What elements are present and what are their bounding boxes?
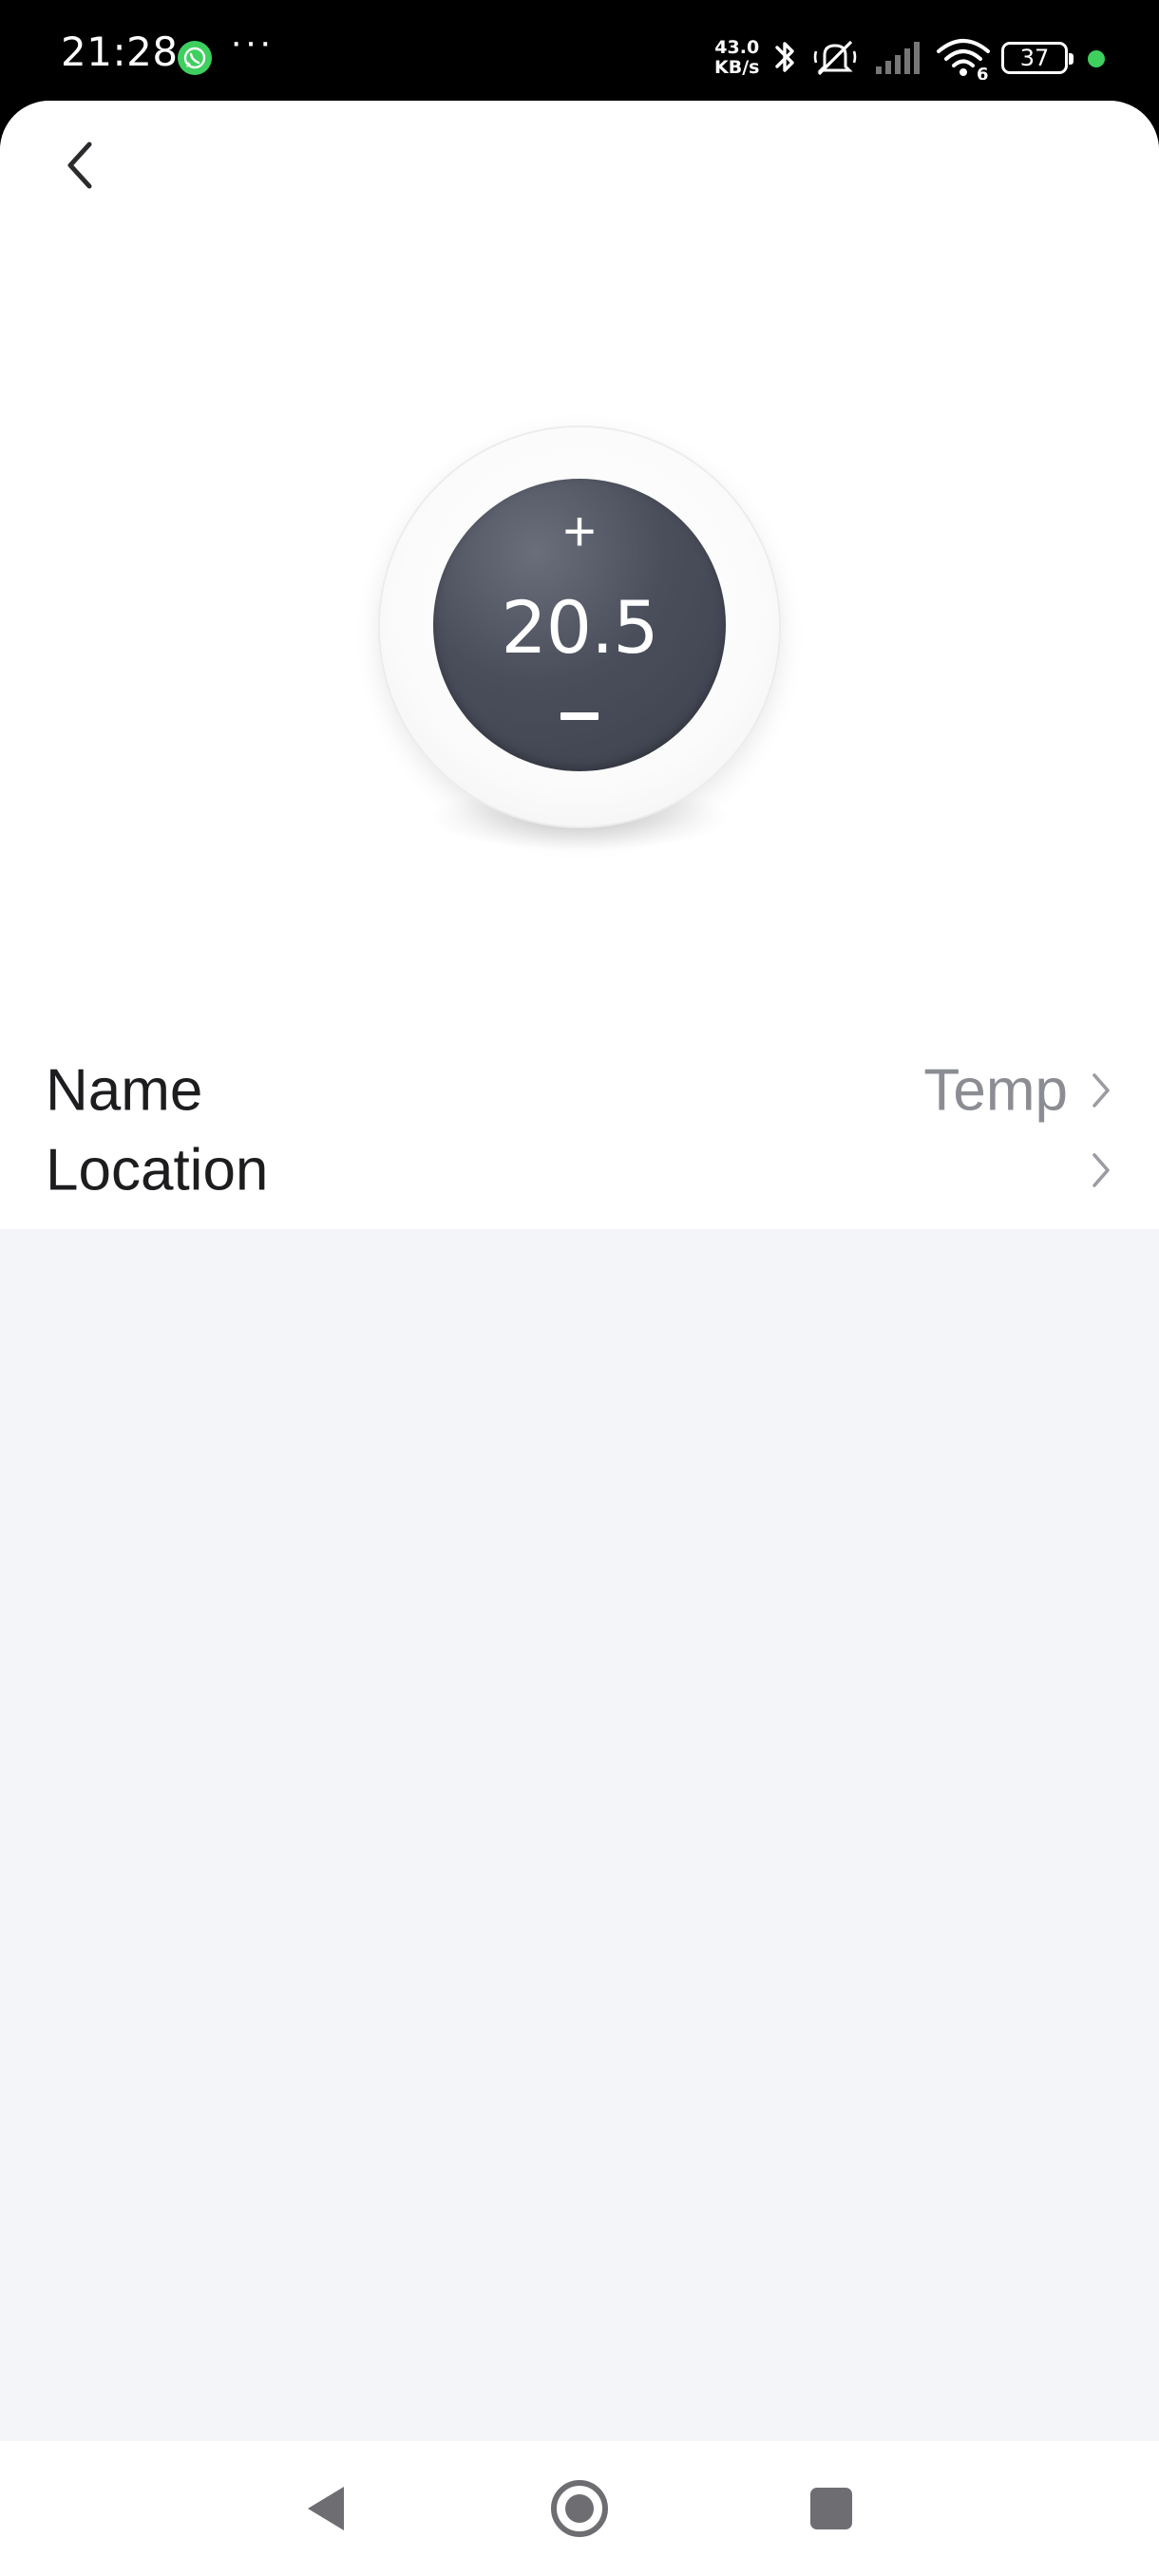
silent-bell-icon [813, 40, 857, 76]
network-speed: 43.0 KB/s [714, 38, 759, 78]
chevron-right-icon [1092, 1153, 1110, 1187]
status-time: 21:28 [61, 28, 179, 75]
temperature-value: 20.5 [501, 585, 658, 670]
battery-icon: 37 [1001, 42, 1074, 74]
privacy-indicator-dot [1088, 50, 1105, 67]
back-button[interactable] [49, 131, 110, 199]
device-header-area: + 20.5 Name Temp [0, 101, 1159, 1229]
signal-icon [876, 42, 920, 74]
phone-screen: 21:28 ··· 43.0 KB/s 6 37 + 20.5 Name Tem… [0, 0, 1159, 2576]
decrease-temperature-button[interactable] [560, 712, 598, 720]
network-speed-unit: KB/s [714, 57, 760, 78]
chevron-left-icon [67, 142, 92, 189]
system-navigation-bar [0, 2441, 1159, 2576]
bluetooth-icon [775, 42, 794, 72]
whatsapp-icon [178, 41, 212, 75]
wifi-icon: 6 [937, 39, 990, 80]
back-triangle-icon[interactable] [294, 2475, 361, 2542]
location-label: Location [46, 1137, 269, 1203]
increase-temperature-button[interactable]: + [551, 503, 608, 560]
location-row[interactable]: Location [0, 1090, 1159, 1250]
more-notifications-icon: ··· [230, 21, 274, 63]
svg-text:6: 6 [977, 65, 989, 80]
status-bar: 21:28 ··· 43.0 KB/s 6 37 [0, 0, 1159, 101]
recents-square-icon[interactable] [798, 2475, 864, 2542]
network-speed-value: 43.0 [714, 37, 760, 58]
device-settings-page: + 20.5 Name Temp Location [0, 101, 1159, 2441]
home-circle-icon[interactable] [546, 2475, 613, 2542]
